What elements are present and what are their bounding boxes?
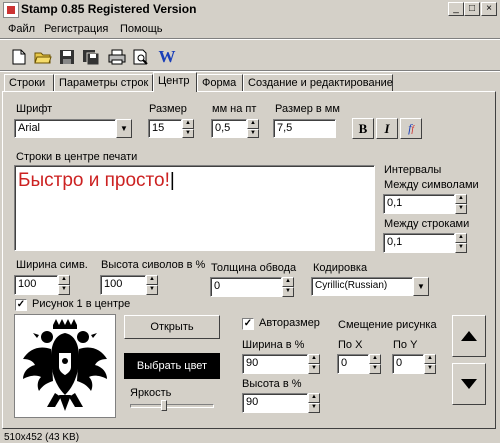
brightness-slider-track[interactable] [130, 404, 214, 408]
stroke-label: Толщина обвода [211, 262, 297, 274]
shift-x-label: По X [338, 339, 363, 351]
tab-create-edit[interactable]: Создание и редактирование [243, 74, 393, 91]
move-down-button[interactable] [452, 363, 486, 405]
save-as-icon[interactable] [80, 46, 102, 68]
move-up-button[interactable] [452, 315, 486, 357]
app-stamp-icon[interactable] [3, 2, 19, 18]
status-bar: 510x452 (43 KB) [0, 432, 500, 443]
intervals-label: Интервалы [384, 164, 442, 176]
encoding-label: Кодировка [313, 262, 368, 274]
between-chars-spinner[interactable]: ▲ ▼ [455, 194, 467, 214]
shift-y-label: По Y [393, 339, 418, 351]
picture-checkbox[interactable]: ✓ [15, 299, 27, 311]
shift-x-spinner[interactable]: ▲ ▼ [369, 354, 381, 374]
status-text: 510x452 (43 KB) [4, 432, 80, 443]
tab-lines[interactable]: Строки [4, 74, 54, 91]
open-picture-button[interactable]: Открыть [124, 315, 220, 339]
size-label: Размер [149, 103, 187, 115]
choose-color-button[interactable]: Выбрать цвет [124, 353, 220, 379]
char-width-input[interactable]: 100 [14, 275, 58, 295]
size-input[interactable]: 15 [148, 119, 182, 138]
size-mm-input[interactable]: 7,5 [273, 119, 336, 138]
chevron-down-icon[interactable]: ▼ [116, 119, 132, 138]
between-lines-label: Между строками [384, 218, 470, 230]
menu-file[interactable]: Файл [8, 23, 35, 35]
char-height-label: Высота сиволов в % [101, 259, 206, 271]
tab-center[interactable]: Центр [153, 72, 197, 92]
between-chars-label: Между символами [384, 179, 479, 191]
pic-width-input[interactable]: 90 [242, 354, 308, 374]
pic-width-label: Ширина в % [242, 339, 305, 351]
maximize-button[interactable]: □ [464, 2, 480, 16]
word-icon[interactable]: W [156, 46, 178, 68]
mm-per-pt-spinner[interactable]: ▲ ▼ [247, 119, 259, 138]
between-lines-input[interactable]: 0,1 [383, 233, 455, 253]
size-spinner[interactable]: ▲ ▼ [182, 119, 194, 138]
flip-text-button[interactable]: ff [400, 118, 422, 139]
italic-button[interactable]: I [376, 118, 398, 139]
open-folder-icon[interactable] [32, 46, 54, 68]
stroke-input[interactable]: 0 [210, 277, 282, 297]
shift-label: Смещение рисунка [338, 319, 437, 331]
arrow-up-icon [461, 331, 477, 341]
center-text-label: Строки в центре печати [16, 151, 138, 163]
tab-line-params[interactable]: Параметры строк [54, 74, 153, 91]
pic-width-spinner[interactable]: ▲ ▼ [308, 354, 320, 374]
brightness-label: Яркость [130, 387, 172, 399]
menu-registration[interactable]: Регистрация [44, 23, 108, 35]
bold-button[interactable]: B [352, 118, 374, 139]
brightness-slider-thumb[interactable] [161, 400, 168, 411]
pic-height-input[interactable]: 90 [242, 393, 308, 413]
char-height-spinner[interactable]: ▲ ▼ [146, 275, 158, 295]
between-chars-input[interactable]: 0,1 [383, 194, 455, 214]
stroke-spinner[interactable]: ▲ ▼ [282, 277, 294, 297]
shift-y-input[interactable]: 0 [392, 354, 424, 374]
font-label: Шрифт [16, 103, 53, 115]
arrow-down-icon [461, 379, 477, 389]
minimize-button[interactable]: _ [448, 2, 464, 16]
pic-height-spinner[interactable]: ▲ ▼ [308, 393, 320, 413]
picture-preview [14, 314, 116, 418]
center-text-value: Быстро и просто! [18, 170, 170, 191]
autosize-checkbox[interactable]: ✓ [242, 318, 254, 330]
shift-y-spinner[interactable]: ▲ ▼ [424, 354, 436, 374]
print-preview-icon[interactable] [130, 46, 152, 68]
center-text-area[interactable]: Быстро и просто!| [14, 165, 375, 251]
char-width-label: Ширина симв. [16, 259, 88, 271]
shift-x-input[interactable]: 0 [337, 354, 369, 374]
char-width-spinner[interactable]: ▲ ▼ [58, 275, 70, 295]
tab-shape[interactable]: Форма [197, 74, 243, 91]
double-headed-eagle-icon [23, 319, 107, 411]
close-button[interactable]: × [481, 2, 497, 16]
mm-per-pt-label: мм на пт [212, 103, 257, 115]
picture-label: Рисунок 1 в центре [32, 298, 131, 310]
save-icon[interactable] [56, 46, 78, 68]
between-lines-spinner[interactable]: ▲ ▼ [455, 233, 467, 253]
menu-help[interactable]: Помощь [120, 23, 163, 35]
autosize-label: Авторазмер [259, 317, 320, 329]
encoding-select[interactable]: Cyrillic(Russian) [311, 277, 413, 296]
new-file-icon[interactable] [8, 46, 30, 68]
pic-height-label: Высота в % [242, 378, 302, 390]
char-height-input[interactable]: 100 [100, 275, 146, 295]
encoding-chevron-down-icon[interactable]: ▼ [413, 277, 429, 296]
mm-per-pt-input[interactable]: 0,5 [211, 119, 247, 138]
font-select[interactable]: Arial [14, 119, 116, 138]
size-mm-label: Размер в мм [275, 103, 340, 115]
print-icon[interactable] [106, 46, 128, 68]
window-title: Stamp 0.85 Registered Version [21, 2, 197, 16]
